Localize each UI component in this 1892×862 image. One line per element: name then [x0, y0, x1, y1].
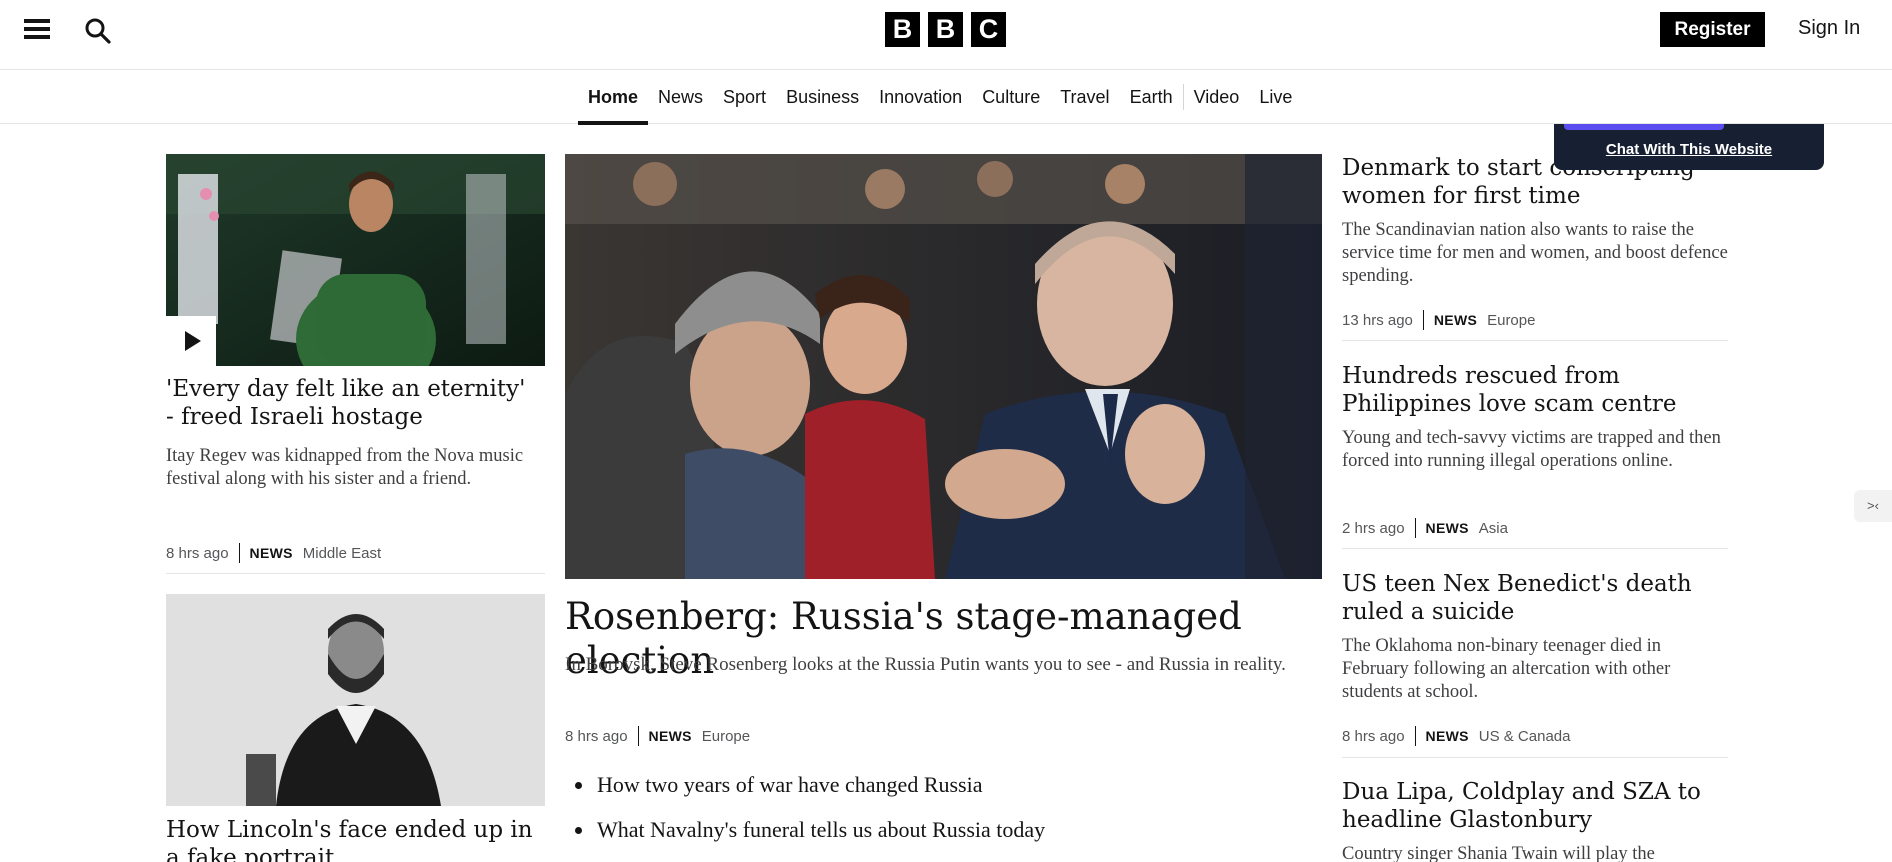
lincoln-story-image[interactable] — [166, 594, 545, 806]
story-summary: Country singer Shania Twain will play th… — [1342, 844, 1655, 862]
register-button[interactable]: Register — [1660, 12, 1765, 47]
logo-letter: B — [885, 12, 920, 47]
meta-divider — [1422, 310, 1424, 330]
region-link[interactable]: Middle East — [303, 545, 381, 562]
story-summary: Itay Regev was kidnapped from the Nova m… — [166, 446, 524, 489]
story-divider — [1342, 757, 1728, 758]
bbc-logo[interactable]: B B C — [885, 12, 1006, 47]
timestamp: 8 hrs ago — [565, 727, 628, 745]
story-divider — [1342, 340, 1728, 341]
timestamp: 8 hrs ago — [166, 544, 229, 562]
nav-item-video[interactable]: Video — [1184, 70, 1250, 124]
related-link[interactable]: What Navalny's funeral tells us about Ru… — [565, 815, 1045, 860]
related-links: How two years of war have changed Russia… — [565, 770, 1045, 860]
search-icon[interactable] — [83, 16, 113, 46]
section-tag[interactable]: NEWS — [1426, 728, 1469, 744]
nav-item-home[interactable]: Home — [578, 70, 649, 125]
meta-divider — [637, 726, 639, 746]
story-headline[interactable]: Hundreds rescued from Philippines love s… — [1342, 362, 1732, 418]
meta-divider — [1414, 518, 1416, 538]
timestamp: 2 hrs ago — [1342, 519, 1405, 537]
nav-item-business[interactable]: Business — [776, 70, 869, 124]
story-meta: 8 hrs ago NEWS Middle East — [166, 543, 381, 563]
region-link[interactable]: Europe — [1487, 312, 1535, 329]
nav-item-innovation[interactable]: Innovation — [869, 70, 972, 124]
region-link[interactable]: Europe — [702, 728, 750, 745]
menu-icon-line — [24, 35, 50, 39]
nav-item-sport[interactable]: Sport — [713, 70, 776, 124]
side-panel-toggle-icon[interactable]: >‹ — [1854, 490, 1892, 522]
section-tag[interactable]: NEWS — [649, 728, 692, 744]
nav-item-live[interactable]: Live — [1249, 70, 1302, 124]
timestamp: 8 hrs ago — [1342, 727, 1405, 745]
nav-item-travel[interactable]: Travel — [1050, 70, 1119, 124]
region-link[interactable]: Asia — [1479, 520, 1508, 537]
menu-icon-line — [24, 19, 50, 23]
region-link[interactable]: US & Canada — [1479, 728, 1571, 745]
lead-meta: 8 hrs ago NEWS Europe — [565, 726, 750, 746]
hostage-story-image[interactable] — [166, 154, 545, 366]
menu-icon-line — [24, 27, 50, 31]
story-headline[interactable]: 'Every day felt like an eternity' - free… — [166, 375, 536, 431]
top-bar: B B C Register Sign In — [0, 0, 1892, 70]
play-icon[interactable] — [166, 316, 216, 366]
section-tag[interactable]: NEWS — [250, 545, 293, 561]
related-link[interactable]: How two years of war have changed Russia — [565, 770, 1045, 815]
story-summary: Young and tech-savvy victims are trapped… — [1342, 428, 1721, 471]
story-summary: The Oklahoma non-binary teenager died in… — [1342, 636, 1671, 702]
story-divider — [166, 573, 545, 574]
logo-letter: B — [928, 12, 963, 47]
lead-summary: In Borovsk, Steve Rosenberg looks at the… — [565, 654, 1286, 675]
chat-widget: Chat With This Website — [1554, 124, 1824, 170]
story-divider — [1342, 548, 1728, 549]
chat-widget-link[interactable]: Chat With This Website — [1554, 141, 1824, 158]
nav-item-earth[interactable]: Earth — [1120, 70, 1183, 124]
story-meta: 2 hrs ago NEWS Asia — [1342, 518, 1508, 538]
story-summary: The Scandinavian nation also wants to ra… — [1342, 220, 1728, 286]
meta-divider — [1414, 726, 1416, 746]
story-headline[interactable]: How Lincoln's face ended up in a fake po… — [166, 816, 536, 862]
story-meta: 13 hrs ago NEWS Europe — [1342, 310, 1535, 330]
sign-in-link[interactable]: Sign In — [1798, 17, 1860, 40]
chat-widget-button[interactable] — [1564, 124, 1724, 130]
nav-item-news[interactable]: News — [648, 70, 713, 124]
logo-letter: C — [971, 12, 1006, 47]
menu-icon[interactable] — [24, 17, 50, 41]
story-headline[interactable]: Dua Lipa, Coldplay and SZA to headline G… — [1342, 778, 1732, 834]
timestamp: 13 hrs ago — [1342, 311, 1413, 329]
nav-item-culture[interactable]: Culture — [972, 70, 1050, 124]
section-tag[interactable]: NEWS — [1434, 312, 1477, 328]
primary-nav: Home News Sport Business Innovation Cult… — [0, 70, 1892, 125]
story-meta: 8 hrs ago NEWS US & Canada — [1342, 726, 1570, 746]
story-headline[interactable]: US teen Nex Benedict's death ruled a sui… — [1342, 570, 1732, 626]
lead-story-image[interactable] — [565, 154, 1322, 579]
meta-divider — [238, 543, 240, 563]
section-tag[interactable]: NEWS — [1426, 520, 1469, 536]
